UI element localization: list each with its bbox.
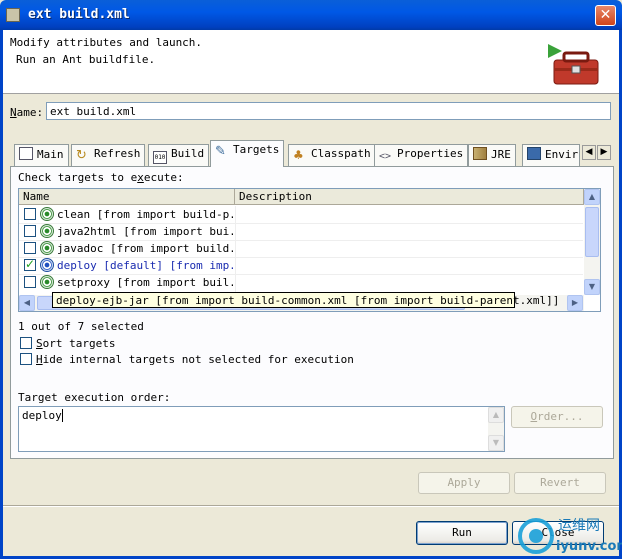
target-checkbox-checked[interactable]	[24, 257, 36, 271]
execution-order-field[interactable]: deploy	[18, 406, 505, 452]
target-checkbox[interactable]	[24, 276, 36, 288]
build-icon: 010	[153, 151, 167, 164]
target-name: deploy [default] [from imp...	[57, 259, 233, 272]
tab-scroll-left-button[interactable]: ◀	[582, 145, 596, 160]
watermark-text-cn: 运维网	[558, 518, 600, 534]
hide-internal-checkbox[interactable]	[20, 353, 32, 365]
header-message: Modify attributes and launch.	[10, 36, 203, 49]
selected-count: 1 out of 7 selected	[18, 320, 144, 333]
tab-environment[interactable]: Envir	[522, 144, 580, 166]
target-name: setproxy [from import buil...	[57, 276, 233, 289]
tab-classpath[interactable]: ♣ Classpath	[288, 144, 376, 166]
tab-main[interactable]: Main	[14, 144, 69, 166]
tab-targets[interactable]: ✎ Targets	[210, 140, 285, 167]
target-checkbox[interactable]	[24, 242, 36, 254]
tab-properties[interactable]: <> Properties	[374, 144, 469, 166]
order-scroll-down-button[interactable]: ▼	[488, 435, 504, 451]
button-bar-divider	[3, 505, 619, 507]
window-close-button[interactable]: ✕	[595, 5, 616, 26]
watermark-text-url: iyunv.com	[556, 539, 622, 554]
name-input[interactable]: ext build.xml	[46, 102, 611, 120]
window-icon	[6, 8, 20, 22]
target-row-deploy[interactable]: deploy [default] [from imp...	[24, 257, 584, 274]
tab-build[interactable]: 010 Build	[148, 144, 210, 166]
target-row-java2html[interactable]: java2html [from import bui...	[24, 223, 584, 240]
target-checkbox[interactable]	[24, 225, 36, 237]
target-row-javadoc[interactable]: javadoc [from import build...	[24, 240, 584, 257]
target-icon	[40, 275, 54, 289]
targets-icon: ✎	[215, 144, 226, 159]
tab-jre[interactable]: JRE	[468, 144, 516, 166]
target-icon	[40, 224, 54, 238]
scroll-right-button[interactable]: ▶	[567, 295, 583, 311]
target-name: java2html [from import bui...	[57, 225, 233, 238]
column-header-name[interactable]: Name	[19, 189, 235, 205]
environment-icon	[527, 147, 541, 160]
main-tab-icon	[19, 147, 33, 160]
window-title: ext build.xml	[28, 7, 130, 22]
toolbox-run-icon	[548, 44, 599, 85]
run-button[interactable]: Run	[416, 521, 508, 545]
column-header-description[interactable]: Description	[235, 189, 584, 205]
revert-button[interactable]: Revert	[514, 472, 606, 494]
tab-refresh[interactable]: ↻ Refresh	[71, 144, 146, 166]
properties-icon: <>	[379, 151, 392, 162]
target-icon	[40, 207, 54, 221]
hide-internal-label[interactable]: Hide internal targets not selected for e…	[36, 353, 354, 366]
name-label: Name:	[10, 106, 44, 119]
watermark-logo: 运维网 iyunv.com	[518, 518, 622, 554]
sort-targets-label[interactable]: Sort targets	[36, 337, 115, 350]
default-target-icon	[40, 258, 54, 272]
target-tooltip: deploy-ejb-jar [from import build-common…	[52, 292, 559, 308]
target-name: javadoc [from import build...	[57, 242, 233, 255]
refresh-icon: ↻	[76, 148, 87, 163]
execution-order-label: Target execution order:	[18, 391, 171, 404]
target-icon	[40, 241, 54, 255]
jre-icon	[473, 147, 487, 160]
order-scroll-up-button[interactable]: ▲	[488, 407, 504, 423]
target-row-setproxy[interactable]: setproxy [from import buil...	[24, 274, 584, 291]
scroll-down-button[interactable]: ▼	[584, 279, 600, 295]
order-button[interactable]: Order...	[511, 406, 603, 428]
window-frame-left	[0, 30, 3, 559]
scroll-up-button[interactable]: ▲	[584, 189, 600, 205]
tab-scroll-right-button[interactable]: ▶	[597, 145, 611, 160]
header-description: Run an Ant buildfile.	[16, 53, 156, 66]
scroll-left-button[interactable]: ◀	[19, 295, 35, 311]
vertical-scroll-thumb[interactable]	[585, 207, 599, 257]
check-targets-label: Check targets to execute:	[18, 171, 184, 184]
classpath-icon: ♣	[293, 148, 304, 162]
target-checkbox[interactable]	[24, 208, 36, 220]
sort-targets-checkbox[interactable]	[20, 337, 32, 349]
target-row-clean[interactable]: clean [from import build-p...	[24, 206, 584, 223]
target-name: clean [from import build-p...	[57, 208, 233, 221]
apply-button[interactable]: Apply	[418, 472, 510, 494]
